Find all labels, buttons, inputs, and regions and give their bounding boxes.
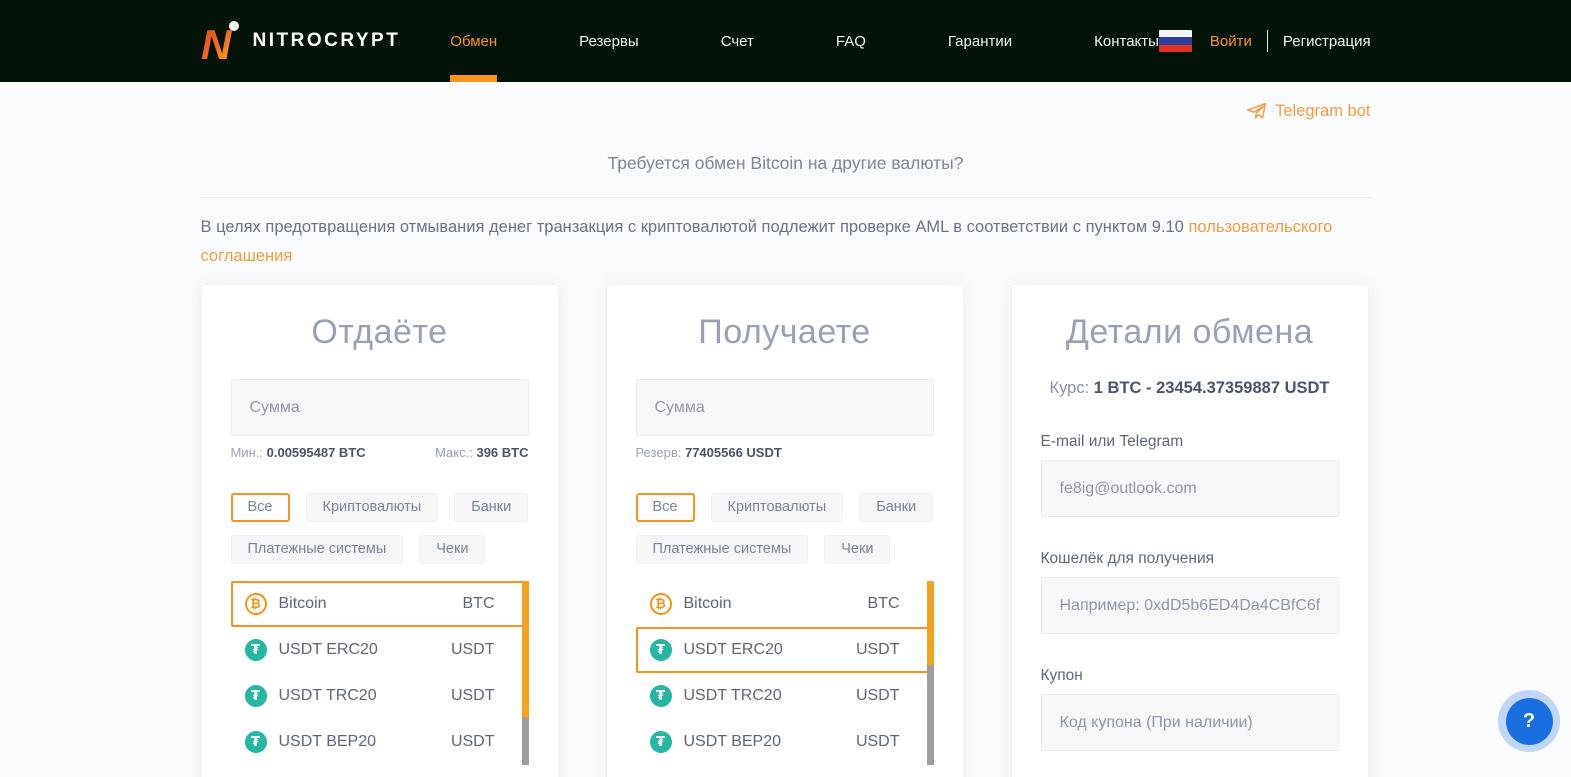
currency-ticker: USDT <box>451 641 495 659</box>
exchange-rate: Курс: 1 BTC - 23454.37359887 USDT <box>1041 379 1339 398</box>
exchange-details-card: Детали обмена Курс: 1 BTC - 23454.373598… <box>1011 284 1369 777</box>
telegram-bot-link[interactable]: Telegram bot <box>1246 101 1370 122</box>
filter-all[interactable]: Все <box>636 493 695 522</box>
nitrocrypt-logo-icon: N <box>201 18 243 64</box>
max-limit-value: 396 BTC <box>476 445 528 460</box>
currency-row-usdt-trc20[interactable]: ₮ USDT TRC20 USDT <box>636 673 934 719</box>
filter-all[interactable]: Все <box>231 493 290 522</box>
main-content: Telegram bot Требуется обмен Bitcoin на … <box>201 82 1371 777</box>
currency-name: USDT ERC20 <box>279 641 439 659</box>
aml-notice: В целях предотвращения отмывания денег т… <box>201 213 1371 271</box>
nav-separator <box>1267 30 1268 52</box>
get-filters: Все Криптовалюты Банки Платежные системы… <box>636 493 934 564</box>
bitcoin-icon: ₿ <box>650 593 672 615</box>
get-amount-input[interactable] <box>636 379 934 436</box>
currency-name: USDT ERC20 <box>684 641 844 659</box>
svg-text:N: N <box>201 21 233 64</box>
telegram-bot-label: Telegram bot <box>1275 102 1370 121</box>
nav-item-exchange[interactable]: Обмен <box>450 0 497 82</box>
currency-ticker: USDT <box>451 733 495 751</box>
currency-name: USDT TRC20 <box>279 687 439 705</box>
currency-ticker: USDT <box>856 687 900 705</box>
currency-ticker: USDT <box>856 733 900 751</box>
currency-name: USDT BEP20 <box>279 733 439 751</box>
help-button[interactable]: ? <box>1498 690 1560 752</box>
currency-row-bitcoin[interactable]: ₿ Bitcoin BTC <box>636 581 934 627</box>
tether-icon: ₮ <box>245 685 267 707</box>
give-list-scrollbar[interactable] <box>522 581 529 765</box>
filter-payment-systems[interactable]: Платежные системы <box>231 535 404 564</box>
question-icon: ? <box>1506 698 1553 745</box>
currency-row-usdt-erc20[interactable]: ₮ USDT ERC20 USDT <box>636 627 934 673</box>
currency-row-usdt-trc20[interactable]: ₮ USDT TRC20 USDT <box>231 673 529 719</box>
currency-name: USDT BEP20 <box>684 733 844 751</box>
get-card: Получаете Резерв: 77405566 USDT Все Крип… <box>606 284 964 777</box>
filter-crypto[interactable]: Криптовалюты <box>306 493 439 522</box>
currency-name: Bitcoin <box>684 595 856 613</box>
details-card-title: Детали обмена <box>1041 313 1339 352</box>
get-card-title: Получаете <box>636 313 934 352</box>
get-currency-list: ₿ Bitcoin BTC ₮ USDT ERC20 USDT ₮ USDT T… <box>636 581 934 765</box>
tether-icon: ₮ <box>650 639 672 661</box>
brand-name: NITROCRYPT <box>253 30 401 52</box>
tether-icon: ₮ <box>245 639 267 661</box>
coupon-field[interactable] <box>1041 694 1339 751</box>
wallet-field[interactable] <box>1041 577 1339 634</box>
nav-item-account[interactable]: Счет <box>721 0 754 82</box>
currency-ticker: BTC <box>463 595 495 613</box>
wallet-label: Кошелёк для получения <box>1041 550 1339 568</box>
coupon-label: Купон <box>1041 667 1339 685</box>
section-divider <box>201 197 1371 198</box>
exchange-rate-value: 1 BTC - 23454.37359887 USDT <box>1094 379 1330 397</box>
currency-name: USDT TRC20 <box>684 687 844 705</box>
register-link[interactable]: Регистрация <box>1283 33 1371 50</box>
aml-text: В целях предотвращения отмывания денег т… <box>201 218 1184 236</box>
min-limit-value: 0.00595487 BTC <box>267 445 366 460</box>
currency-row-bitcoin[interactable]: ₿ Bitcoin BTC <box>231 581 529 627</box>
filter-crypto[interactable]: Криптовалюты <box>711 493 844 522</box>
currency-row-usdt-bep20[interactable]: ₮ USDT BEP20 USDT <box>231 719 529 765</box>
telegram-plane-icon <box>1246 101 1267 122</box>
tether-icon: ₮ <box>650 685 672 707</box>
nav-item-reserves[interactable]: Резервы <box>579 0 639 82</box>
give-card: Отдаёте Мин.: 0.00595487 BTC Макс.: 396 … <box>201 284 559 777</box>
filter-banks[interactable]: Банки <box>859 493 933 522</box>
nav-item-faq[interactable]: FAQ <box>836 0 866 82</box>
currency-ticker: USDT <box>856 641 900 659</box>
bitcoin-icon: ₿ <box>245 593 267 615</box>
email-field[interactable] <box>1041 460 1339 517</box>
give-currency-list: ₿ Bitcoin BTC ₮ USDT ERC20 USDT ₮ USDT T… <box>231 581 529 765</box>
nav-item-guarantees[interactable]: Гарантии <box>948 0 1012 82</box>
currency-ticker: BTC <box>868 595 900 613</box>
filter-banks[interactable]: Банки <box>454 493 528 522</box>
give-amount-input[interactable] <box>231 379 529 436</box>
nav-item-contacts[interactable]: Контакты <box>1094 0 1159 82</box>
give-filters: Все Криптовалюты Банки Платежные системы… <box>231 493 529 564</box>
email-label: E-mail или Telegram <box>1041 433 1339 451</box>
page-title: Требуется обмен Bitcoin на другие валюты… <box>201 153 1371 174</box>
language-flag-ru-icon[interactable] <box>1159 30 1192 52</box>
tether-icon: ₮ <box>245 731 267 753</box>
max-limit: Макс.: 396 BTC <box>435 445 528 460</box>
main-menu: Обмен Резервы Счет FAQ Гарантии Контакты <box>450 0 1159 82</box>
currency-name: Bitcoin <box>279 595 451 613</box>
min-limit: Мин.: 0.00595487 BTC <box>231 445 366 460</box>
filter-payment-systems[interactable]: Платежные системы <box>636 535 809 564</box>
currency-row-usdt-erc20[interactable]: ₮ USDT ERC20 USDT <box>231 627 529 673</box>
tether-icon: ₮ <box>650 731 672 753</box>
login-link[interactable]: Войти <box>1210 33 1252 50</box>
get-list-scrollbar[interactable] <box>927 581 934 765</box>
give-card-title: Отдаёте <box>231 313 529 352</box>
filter-checks[interactable]: Чеки <box>419 535 485 564</box>
filter-checks[interactable]: Чеки <box>824 535 890 564</box>
navbar: N NITROCRYPT Обмен Резервы Счет FAQ Гара… <box>0 0 1571 82</box>
reserve-value: 77405566 USDT <box>685 445 782 460</box>
currency-row-usdt-bep20[interactable]: ₮ USDT BEP20 USDT <box>636 719 934 765</box>
reserve-info: Резерв: 77405566 USDT <box>636 445 934 460</box>
brand-logo[interactable]: N NITROCRYPT <box>201 18 401 64</box>
currency-ticker: USDT <box>451 687 495 705</box>
